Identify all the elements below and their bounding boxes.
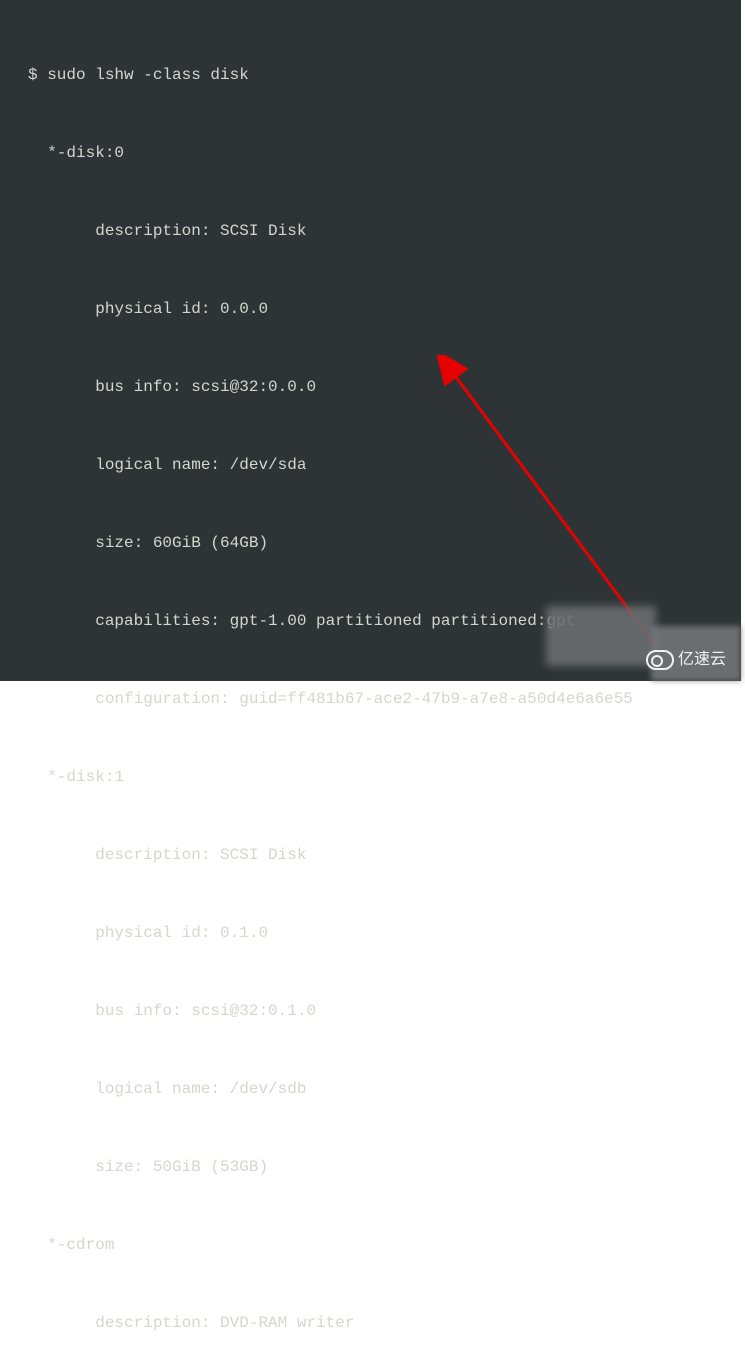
output-line: physical id: 0.0.0 [28,296,731,322]
command: sudo lshw -class disk [47,66,249,84]
output-line: description: SCSI Disk [28,218,731,244]
prompt: $ [28,66,47,84]
output-line: description: DVD-RAM writer [28,1310,731,1336]
output-line: size: 60GiB (64GB) [28,530,731,556]
command-line: $ sudo lshw -class disk [28,62,731,88]
terminal-window[interactable]: $ sudo lshw -class disk *-disk:0 descrip… [0,0,741,681]
output-line: physical id: 0.1.0 [28,920,731,946]
output-line: logical name: /dev/sda [28,452,731,478]
output-line: size: 50GiB (53GB) [28,1154,731,1180]
output-line: bus info: scsi@32:0.0.0 [28,374,731,400]
output-line: *-disk:1 [28,764,731,790]
output-line: *-cdrom [28,1232,731,1258]
output-line: *-disk:0 [28,140,731,166]
watermark-text: 亿速云 [678,647,726,673]
watermark: 亿速云 [646,647,726,673]
output-line: bus info: scsi@32:0.1.0 [28,998,731,1024]
output-line: logical name: /dev/sdb [28,1076,731,1102]
output-line: description: SCSI Disk [28,842,731,868]
output-line: configuration: guid=ff481b67-ace2-47b9-a… [28,686,731,712]
watermark-logo-icon [646,650,674,670]
blurred-region [546,606,656,666]
